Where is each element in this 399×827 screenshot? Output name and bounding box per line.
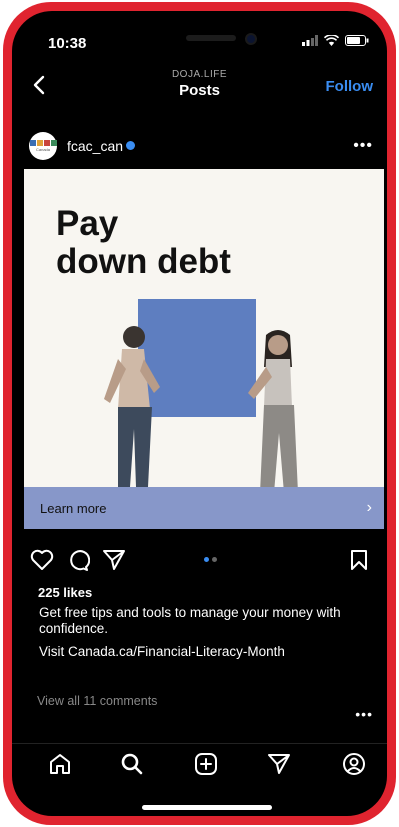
- more-options-icon[interactable]: •••: [353, 137, 373, 155]
- status-time: 10:38: [48, 35, 87, 52]
- messages-icon[interactable]: [267, 752, 291, 776]
- post-caption: Get free tips and tools to manage your m…: [39, 605, 341, 636]
- man-figure: [104, 326, 160, 487]
- phone-frame: 10:38 DOJA.LIFE Posts Follow Canada fcac…: [3, 2, 396, 825]
- learn-more-bar[interactable]: Learn more ›: [24, 487, 384, 529]
- signal-icon: [302, 35, 318, 46]
- headline-line-2: down debt: [56, 242, 231, 281]
- headline-line-1: Pay: [56, 204, 119, 243]
- carousel-indicator: [204, 557, 217, 562]
- logo-block: [29, 140, 36, 146]
- battery-icon: [345, 35, 369, 46]
- profile-icon[interactable]: [342, 752, 366, 776]
- post-link-text: Visit Canada.ca/Financial-Literacy-Month: [39, 644, 285, 659]
- bookmark-icon[interactable]: [349, 549, 369, 571]
- avatar-text: Canada: [35, 147, 50, 152]
- carousel-dot-active: [204, 557, 209, 562]
- speaker-notch: [186, 35, 236, 41]
- username-text: fcac_can: [67, 138, 124, 154]
- logo-block: [43, 140, 50, 146]
- share-icon[interactable]: [102, 549, 126, 571]
- view-all-comments-link[interactable]: View all 11 comments: [37, 694, 157, 708]
- post-actions: [30, 547, 375, 575]
- status-bar: 10:38: [12, 11, 387, 55]
- status-icons: [302, 35, 369, 46]
- likes-count[interactable]: 225 likes: [38, 585, 92, 600]
- post-image[interactable]: Pay down debt Learn more ›: [24, 169, 384, 529]
- post-headline: Pay down debt: [56, 205, 231, 281]
- avatar-logo: [29, 140, 57, 146]
- post-header: Canada fcac_can •••: [29, 129, 373, 163]
- carousel-dot: [212, 557, 217, 562]
- home-indicator[interactable]: [142, 805, 272, 810]
- verified-badge-icon: [126, 141, 136, 150]
- woman-figure: [248, 330, 298, 493]
- logo-block: [50, 140, 57, 146]
- posts-header: DOJA.LIFE Posts Follow: [12, 63, 387, 107]
- more-options-icon[interactable]: •••: [355, 706, 373, 722]
- logo-block: [36, 140, 43, 146]
- wifi-icon: [324, 35, 339, 46]
- learn-more-label: Learn more: [40, 500, 107, 516]
- search-icon[interactable]: [120, 752, 144, 776]
- home-icon[interactable]: [48, 752, 72, 776]
- chevron-right-icon: ›: [366, 499, 372, 516]
- comment-icon[interactable]: [66, 549, 90, 571]
- bottom-tab-bar: [12, 743, 387, 784]
- screen: 10:38 DOJA.LIFE Posts Follow Canada fcac…: [12, 11, 387, 816]
- camera-icon: [245, 33, 257, 45]
- create-icon[interactable]: [194, 752, 218, 776]
- follow-button[interactable]: Follow: [326, 78, 374, 95]
- post-username[interactable]: fcac_can: [67, 138, 136, 154]
- avatar[interactable]: Canada: [29, 132, 57, 160]
- like-heart-icon[interactable]: [30, 549, 54, 571]
